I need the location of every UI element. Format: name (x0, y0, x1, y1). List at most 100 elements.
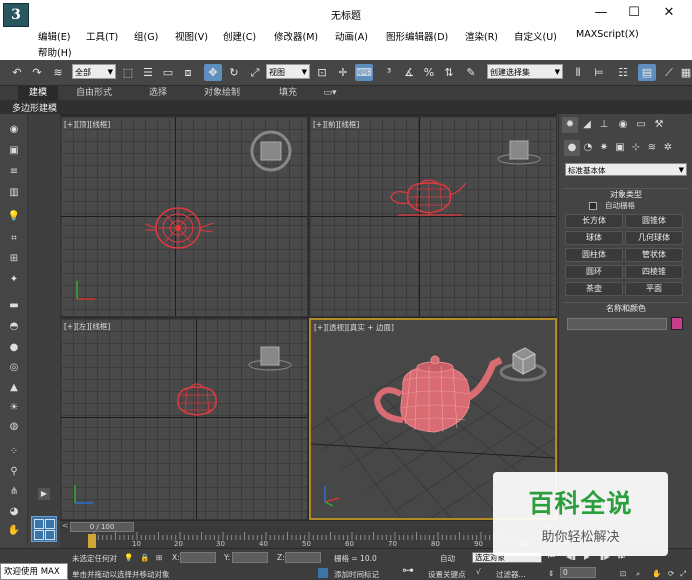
x-coordinate-field[interactable] (180, 552, 216, 563)
layer-explorer-icon[interactable]: ☷ (614, 64, 632, 81)
cone-button[interactable]: 圆锥体 (625, 214, 683, 228)
dynamics-icon[interactable]: ⚲ (5, 464, 23, 480)
tab-selection[interactable]: 选择 (138, 86, 178, 100)
selection-filter-dropdown[interactable]: 全部 ▼ (72, 64, 116, 79)
current-frame-field[interactable]: 0 (560, 567, 596, 578)
viewcube-icon[interactable] (496, 137, 542, 167)
bind-spacewarp-icon[interactable]: ≋ (49, 64, 67, 81)
torus-icon[interactable]: ◎ (5, 360, 23, 376)
close-button[interactable]: ✕ (656, 4, 682, 22)
hand-icon[interactable]: ✋ (5, 523, 23, 539)
maximize-button[interactable]: ☐ (621, 4, 647, 22)
key-icon[interactable]: ⊶ (402, 563, 414, 577)
disc-icon[interactable]: ◍ (5, 419, 23, 435)
spacewarp-icon[interactable]: ✦ (5, 272, 23, 288)
menu-graph-editors[interactable]: 图形编辑器(D) (386, 29, 448, 43)
mirror-icon[interactable]: ⫴ (569, 64, 587, 81)
list-icon[interactable]: ≡ (5, 164, 23, 180)
menu-tools[interactable]: 工具(T) (86, 29, 118, 43)
light-bulb-icon[interactable]: 💡 (5, 209, 23, 225)
menu-customize[interactable]: 自定义(U) (514, 29, 557, 43)
lock-selection-icon[interactable]: 🔒 (140, 553, 149, 562)
teapot-perspective-shaded[interactable] (371, 350, 511, 450)
edit-named-selection-icon[interactable]: ✎ (462, 64, 480, 81)
time-tag-icon[interactable] (318, 568, 328, 578)
object-category-dropdown[interactable]: 标准基本体 ▼ (565, 163, 687, 176)
frame-spinner-icon[interactable]: ⇕ (548, 569, 554, 578)
create-tab-icon[interactable]: ✹ (562, 117, 578, 133)
object-type-rollout[interactable]: 对象类型 (563, 188, 689, 200)
angle-snap-icon[interactable]: ∡ (400, 64, 418, 81)
time-slider[interactable]: 0 / 100 < > (60, 520, 557, 532)
rect-select-region-icon[interactable]: ▭ (159, 64, 177, 81)
menu-rendering[interactable]: 渲染(R) (465, 29, 498, 43)
curve-editor-icon[interactable]: ⟋ (660, 64, 678, 81)
snaps-toggle-icon[interactable]: ³ (380, 64, 398, 81)
teapot-front-wireframe[interactable] (388, 177, 470, 219)
minimize-button[interactable]: — (588, 4, 614, 22)
pan-icon[interactable]: ✋ (652, 569, 661, 578)
window-crossing-icon[interactable]: ⧈ (179, 64, 197, 81)
hemisphere-icon[interactable]: ◓ (5, 319, 23, 335)
teapot-button[interactable]: 茶壶 (565, 282, 623, 296)
menu-group[interactable]: 组(G) (134, 29, 158, 43)
box-button[interactable]: 长方体 (565, 214, 623, 228)
undo-icon[interactable]: ↶ (8, 64, 26, 81)
tab-modeling[interactable]: 建模 (18, 86, 58, 100)
shapes-icon[interactable]: ◔ (580, 140, 596, 156)
viewport-layout-button[interactable] (31, 516, 57, 542)
helpers-icon[interactable]: ⊹ (628, 140, 644, 156)
plane-button[interactable]: 平面 (625, 282, 683, 296)
time-slider-knob[interactable]: 0 / 100 (70, 522, 134, 532)
ribbon-panel-title[interactable]: 多边形建模 (12, 101, 57, 114)
prev-frame-icon[interactable]: < (62, 521, 69, 530)
geometry-icon[interactable]: ● (564, 140, 580, 156)
menu-modifiers[interactable]: 修改器(M) (274, 29, 318, 43)
viewcube-icon[interactable] (247, 343, 293, 373)
select-rotate-icon[interactable]: ↻ (225, 64, 243, 81)
viewport-top[interactable]: [+][顶][线框] (60, 116, 308, 317)
box-icon[interactable]: ▬ (5, 298, 23, 314)
time-config-icon[interactable]: ⊡ (620, 569, 626, 578)
current-frame-marker[interactable] (88, 534, 96, 548)
teapot-top-wireframe[interactable] (141, 205, 215, 251)
globe-icon[interactable]: ◕ (5, 504, 23, 520)
select-by-name-icon[interactable]: ☰ (139, 64, 157, 81)
autogrid-checkbox[interactable] (589, 202, 597, 210)
viewport-left-label[interactable]: [+][左][线框] (64, 321, 110, 332)
z-coordinate-field[interactable] (285, 552, 321, 563)
menu-animation[interactable]: 动画(A) (335, 29, 368, 43)
scene-explorer-icon[interactable]: ▣ (5, 143, 23, 159)
viewport-top-label[interactable]: [+][顶][线框] (64, 119, 110, 130)
reference-coord-dropdown[interactable]: 视图 ▼ (266, 64, 310, 79)
auto-key-button[interactable]: 自动 (440, 553, 455, 564)
teapot-left-wireframe[interactable] (173, 381, 221, 419)
grid-list-icon[interactable]: ▥ (5, 185, 23, 201)
helper-icon[interactable]: ⊞ (5, 251, 23, 267)
geosphere-button[interactable]: 几何球体 (625, 231, 683, 245)
pyramid-button[interactable]: 四棱锥 (625, 265, 683, 279)
select-scale-icon[interactable]: ⤢ (246, 64, 264, 81)
add-time-tag-link[interactable]: 添加时间标记 (334, 569, 379, 580)
redo-icon[interactable]: ↷ (28, 64, 46, 81)
orbit-icon[interactable]: ⟳ (668, 569, 674, 578)
tab-freeform[interactable]: 自由形式 (68, 86, 120, 100)
keyboard-shortcut-override-icon[interactable]: ⌨ (355, 64, 373, 81)
select-manipulate-icon[interactable]: ✛ (334, 64, 352, 81)
maximize-viewport-icon[interactable]: ⤢ (680, 569, 686, 579)
viewport-front[interactable]: [+][前][线框] (309, 116, 557, 317)
display-tab-icon[interactable]: ▭ (633, 117, 649, 133)
hierarchy-tab-icon[interactable]: ⊥ (596, 117, 612, 133)
named-selection-set-dropdown[interactable]: 创建选择集 ▼ (487, 64, 563, 79)
schematic-view-icon[interactable]: ▦ (680, 64, 692, 81)
camera-icon[interactable]: ⌗ (5, 231, 23, 247)
modify-tab-icon[interactable]: ◢ (579, 117, 595, 133)
set-key-button[interactable]: 设置关键点 (428, 569, 466, 580)
key-tangent-icon[interactable]: √ (476, 567, 481, 576)
spacewarps-icon[interactable]: ≋ (644, 140, 660, 156)
object-name-input[interactable] (567, 318, 667, 330)
object-color-swatch[interactable] (671, 317, 683, 330)
play-expand-icon[interactable]: ▶ (38, 488, 50, 500)
sphere-button[interactable]: 球体 (565, 231, 623, 245)
y-coordinate-field[interactable] (232, 552, 268, 563)
